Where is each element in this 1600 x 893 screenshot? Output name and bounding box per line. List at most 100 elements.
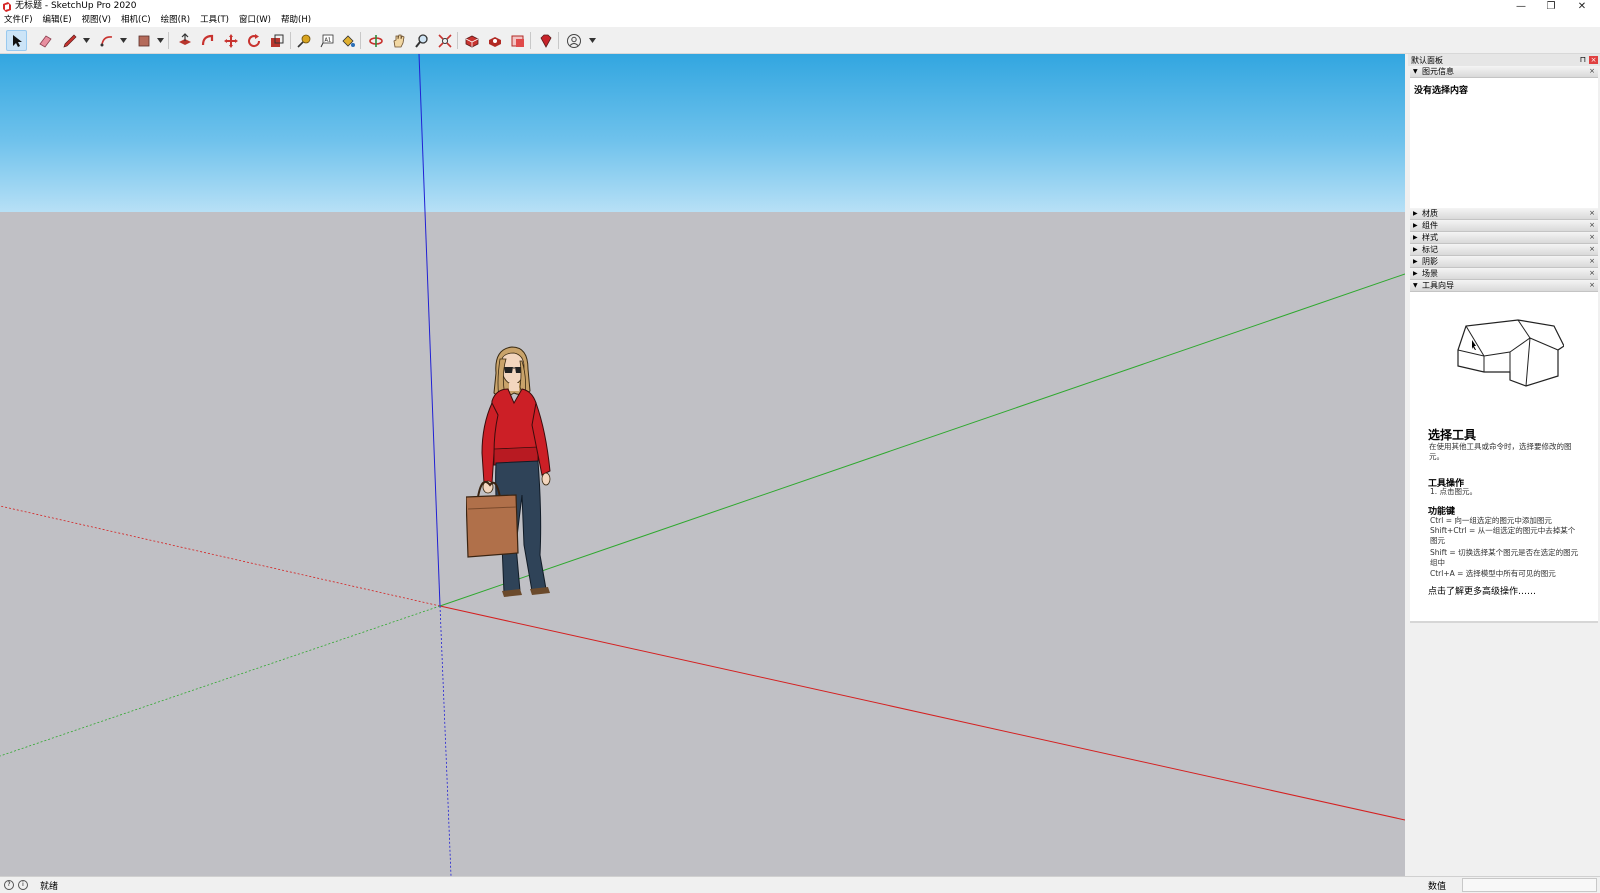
status-bar: ? i 就绪 数值 [0,876,1600,893]
ruby-icon [540,34,551,48]
shapes-tool-button[interactable] [133,30,154,51]
line-tool-dropdown[interactable] [82,36,90,44]
section-close-icon[interactable]: × [1589,269,1595,277]
arc-tool-button[interactable] [96,30,117,51]
collapsed-arrow-icon: ▶ [1413,258,1418,265]
eraser-icon [38,34,52,48]
status-text: 就绪 [40,881,59,892]
follow-me-tool-button[interactable] [197,30,218,51]
extension-manager-button[interactable] [535,30,556,51]
minimize-button[interactable]: — [1506,0,1536,13]
tray-header: 默认面板 ⊓ × [1408,54,1600,66]
magnifier-icon [414,33,428,48]
section-shadows[interactable]: ▶ 阴影 × [1410,256,1598,268]
rectangle-icon [138,35,149,46]
extension-warehouse-icon [488,36,501,47]
section-entity-info[interactable]: ▼ 图元信息 × [1410,66,1598,78]
scale-tool-button[interactable] [266,30,287,51]
tape-measure-tool-button[interactable] [293,30,314,51]
toolbar-separator [168,32,169,49]
section-materials[interactable]: ▶ 材质 × [1410,208,1598,220]
arc-icon [100,35,112,46]
zoom-extents-tool-button[interactable] [434,30,455,51]
section-styles[interactable]: ▶ 样式 × [1410,232,1598,244]
green-axis [439,273,1405,607]
menu-camera[interactable]: 相机(C) [121,13,151,27]
scale-figure-woman[interactable] [466,345,562,603]
instructor-key-line: Shift+Ctrl = 从一组选定的图元中去掉某个图元 [1430,526,1576,545]
collapsed-arrow-icon: ▶ [1413,246,1418,253]
section-close-icon[interactable]: × [1589,257,1595,265]
expanded-arrow-icon: ▼ [1413,282,1418,289]
section-close-icon[interactable]: × [1589,209,1595,217]
orbit-tool-button[interactable] [365,30,386,51]
measurements-label: 数值 [1428,882,1447,892]
user-icon [566,33,581,48]
menu-bar: 文件(F) 编辑(E) 视图(V) 相机(C) 绘图(R) 工具(T) 窗口(W… [0,13,1600,27]
move-tool-button[interactable] [220,30,241,51]
send-to-layout-button[interactable] [507,30,528,51]
menu-draw[interactable]: 绘图(R) [161,13,191,27]
menu-tools[interactable]: 工具(T) [200,13,229,27]
instructor-more-link[interactable]: 点击了解更多高级操作…… [1428,584,1536,597]
house-illustration [1457,319,1564,387]
section-close-icon[interactable]: × [1589,67,1595,75]
text-tool-button[interactable]: A1 [316,30,337,51]
extension-warehouse-button[interactable] [484,30,505,51]
close-button[interactable]: ✕ [1567,0,1597,13]
push-pull-tool-button[interactable] [174,30,195,51]
measurements-input[interactable] [1462,878,1597,892]
instructor-key-line: Shift = 切换选择某个图元是否在选定的图元组中 [1430,548,1579,567]
tray-close-button[interactable]: × [1589,56,1598,64]
menu-file[interactable]: 文件(F) [4,13,33,27]
account-button[interactable] [563,30,584,51]
green-axis-hidden [0,605,441,757]
info-icon[interactable]: i [18,880,28,890]
shapes-tool-dropdown[interactable] [156,36,164,44]
paint-bucket-icon [341,34,355,47]
section-close-icon[interactable]: × [1589,233,1595,241]
geo-location-icon[interactable]: ? [4,880,14,890]
menu-edit[interactable]: 编辑(E) [43,13,72,27]
section-instructor[interactable]: ▼ 工具向导 × [1410,280,1598,292]
dropdown-arrow-icon [119,37,127,43]
default-tray: 默认面板 ⊓ × ▼ 图元信息 × 没有选择内容 ▶ 材质 × ▶ 组件 × ▶… [1408,54,1600,876]
restore-button[interactable]: ❐ [1536,0,1566,13]
section-close-icon[interactable]: × [1589,221,1595,229]
menu-help[interactable]: 帮助(H) [281,13,311,27]
zoom-extents-icon [437,33,452,48]
instructor-tool-title: 选择工具 [1428,428,1477,442]
main-toolbar: A1 [0,27,1600,54]
zoom-tool-button[interactable] [411,30,432,51]
layout-icon [511,35,524,47]
pin-icon[interactable]: ⊓ [1580,55,1586,64]
section-tags[interactable]: ▶ 标记 × [1410,244,1598,256]
menu-view[interactable]: 视图(V) [82,13,111,27]
pan-tool-button[interactable] [388,30,409,51]
section-scenes[interactable]: ▶ 场景 × [1410,268,1598,280]
orbit-icon [368,34,383,47]
eraser-tool-button[interactable] [34,30,55,51]
section-label: 标记 [1422,245,1438,254]
select-tool-button[interactable] [6,30,27,51]
arc-tool-dropdown[interactable] [119,36,127,44]
rotate-tool-button[interactable] [243,30,264,51]
drawing-viewport[interactable] [0,54,1405,876]
paint-bucket-tool-button[interactable] [337,30,358,51]
section-label: 场景 [1422,269,1438,278]
instructor-tool-description: 在使用其他工具或命令时，选择要修改的图元。 [1429,442,1572,461]
instructor-ops-line: 1. 点击图元。 [1430,487,1478,496]
line-tool-button[interactable] [59,30,80,51]
red-axis-hidden [0,505,441,607]
dropdown-arrow-icon [156,37,164,43]
instructor-key-line: Ctrl+A = 选择模型中所有可见的图元 [1430,569,1556,578]
section-close-icon[interactable]: × [1589,245,1595,253]
section-components[interactable]: ▶ 组件 × [1410,220,1598,232]
section-close-icon[interactable]: × [1589,281,1595,289]
menu-window[interactable]: 窗口(W) [239,13,271,27]
tray-empty-area [1410,621,1598,876]
account-dropdown[interactable] [588,36,596,44]
3d-warehouse-button[interactable] [461,30,482,51]
title-bar: 无标题 - SketchUp Pro 2020 — ❐ ✕ [0,0,1600,13]
tape-measure-icon [296,34,310,48]
